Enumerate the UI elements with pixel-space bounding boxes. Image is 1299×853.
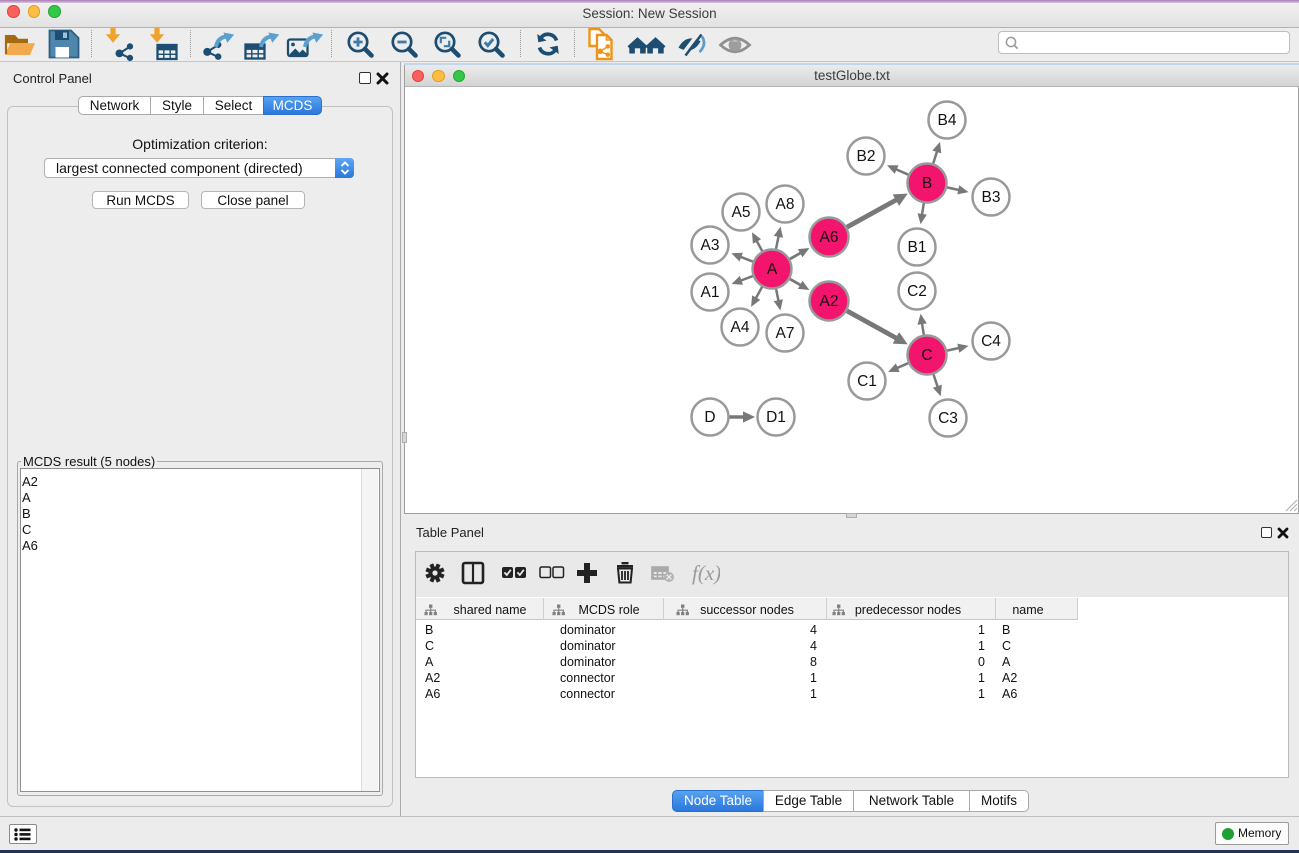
svg-text:A4: A4 <box>731 319 750 336</box>
svg-text:A8: A8 <box>776 196 795 213</box>
svg-text:A: A <box>767 261 778 278</box>
svg-text:f(x): f(x) <box>692 561 720 585</box>
svg-text:A6: A6 <box>820 229 839 246</box>
svg-text:A1: A1 <box>701 284 720 301</box>
svg-text:A5: A5 <box>732 204 751 221</box>
svg-text:C3: C3 <box>938 410 958 427</box>
svg-text:D: D <box>704 409 715 426</box>
svg-text:A7: A7 <box>776 325 795 342</box>
svg-text:B2: B2 <box>857 148 876 165</box>
svg-text:A3: A3 <box>701 237 720 254</box>
svg-text:B1: B1 <box>908 239 927 256</box>
svg-text:C1: C1 <box>857 373 877 390</box>
svg-text:B3: B3 <box>982 189 1001 206</box>
svg-text:C4: C4 <box>981 333 1001 350</box>
svg-text:C2: C2 <box>907 283 927 300</box>
svg-text:D1: D1 <box>766 409 786 426</box>
svg-text:A2: A2 <box>820 293 839 310</box>
svg-text:C: C <box>921 347 932 364</box>
svg-text:B: B <box>922 175 932 192</box>
svg-text:B4: B4 <box>938 112 957 129</box>
